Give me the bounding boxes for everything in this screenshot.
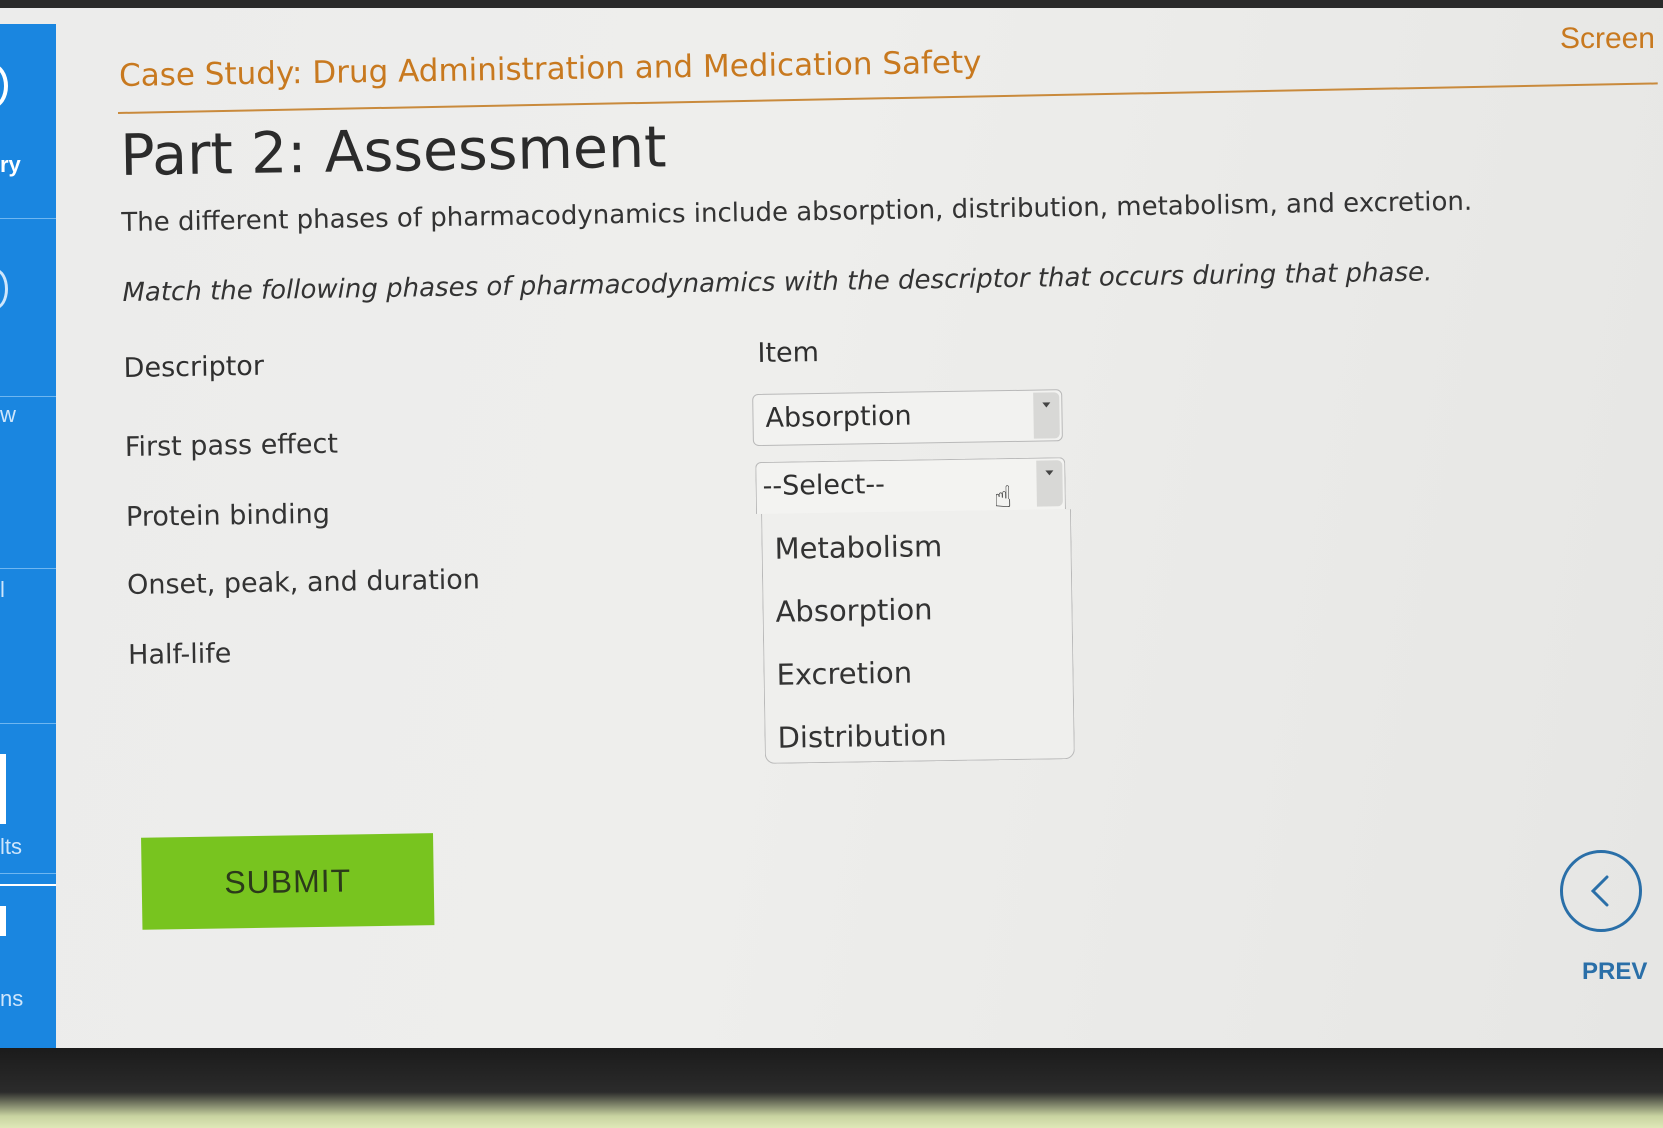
sidebar-bar-icon [0,754,6,824]
intro-text: The different phases of pharmacodynamics… [121,186,1473,238]
chevron-left-icon [1590,875,1609,907]
prev-label[interactable]: PREV [1582,958,1647,986]
main-content: Case Study: Drug Administration and Medi… [118,8,1654,1048]
submit-button[interactable]: SUBMIT [141,833,435,930]
select-value: --Select-- [762,469,886,502]
dropdown-option-distribution[interactable]: Distribution [765,706,1074,774]
sidebar-item-2[interactable] [0,219,56,397]
hand-cursor-icon: ☝ [993,480,1013,516]
dropdown-option-metabolism[interactable]: Metabolism [762,517,1071,585]
sidebar-item-label: ns [0,986,24,1011]
chevron-down-icon[interactable] [1033,392,1060,439]
dropdown-option-excretion[interactable]: Excretion [764,643,1073,711]
descriptor-onset-peak-duration: Onset, peak, and duration [126,564,481,601]
select-value: Absorption [765,400,912,434]
descriptor-first-pass-effect: First pass effect [124,428,339,463]
sidebar-item-label: ry [0,152,21,177]
dropdown-option-absorption[interactable]: Absorption [763,580,1072,648]
column-header-descriptor: Descriptor [123,350,265,384]
item-select-first-pass-effect[interactable]: Absorption [752,389,1063,447]
item-select-protein-binding[interactable]: --Select-- [755,457,1066,515]
prev-button[interactable] [1560,850,1642,932]
column-header-item: Item [757,337,820,369]
descriptor-protein-binding: Protein binding [125,498,331,533]
sidebar-item-3[interactable]: w [0,397,56,569]
page-title: Part 2: Assessment [119,114,667,189]
instruction-text: Match the following phases of pharmacody… [122,257,1433,308]
chevron-down-icon[interactable] [1036,460,1063,507]
descriptor-half-life: Half-life [127,638,232,671]
sidebar-search-icon [0,269,8,309]
sidebar-bar-icon [0,906,6,936]
sidebar-item-7[interactable]: ns [0,886,56,1046]
lesson-screen: ry w l lts ns Screen Case Study: Drug Ad… [0,8,1663,1048]
case-title: Case Study: Drug Administration and Medi… [118,44,982,94]
monitor-bezel [0,1048,1663,1128]
sidebar-item-1[interactable]: ry [0,24,56,219]
item-select-dropdown: Metabolism Absorption Excretion Distribu… [761,509,1075,764]
sidebar-item-4[interactable]: l [0,569,56,724]
sidebar-item-label: l [0,577,5,602]
sidebar: ry w l lts ns [0,24,56,1048]
sidebar-item-label: lts [0,834,22,859]
sidebar-item-label: w [0,402,16,427]
